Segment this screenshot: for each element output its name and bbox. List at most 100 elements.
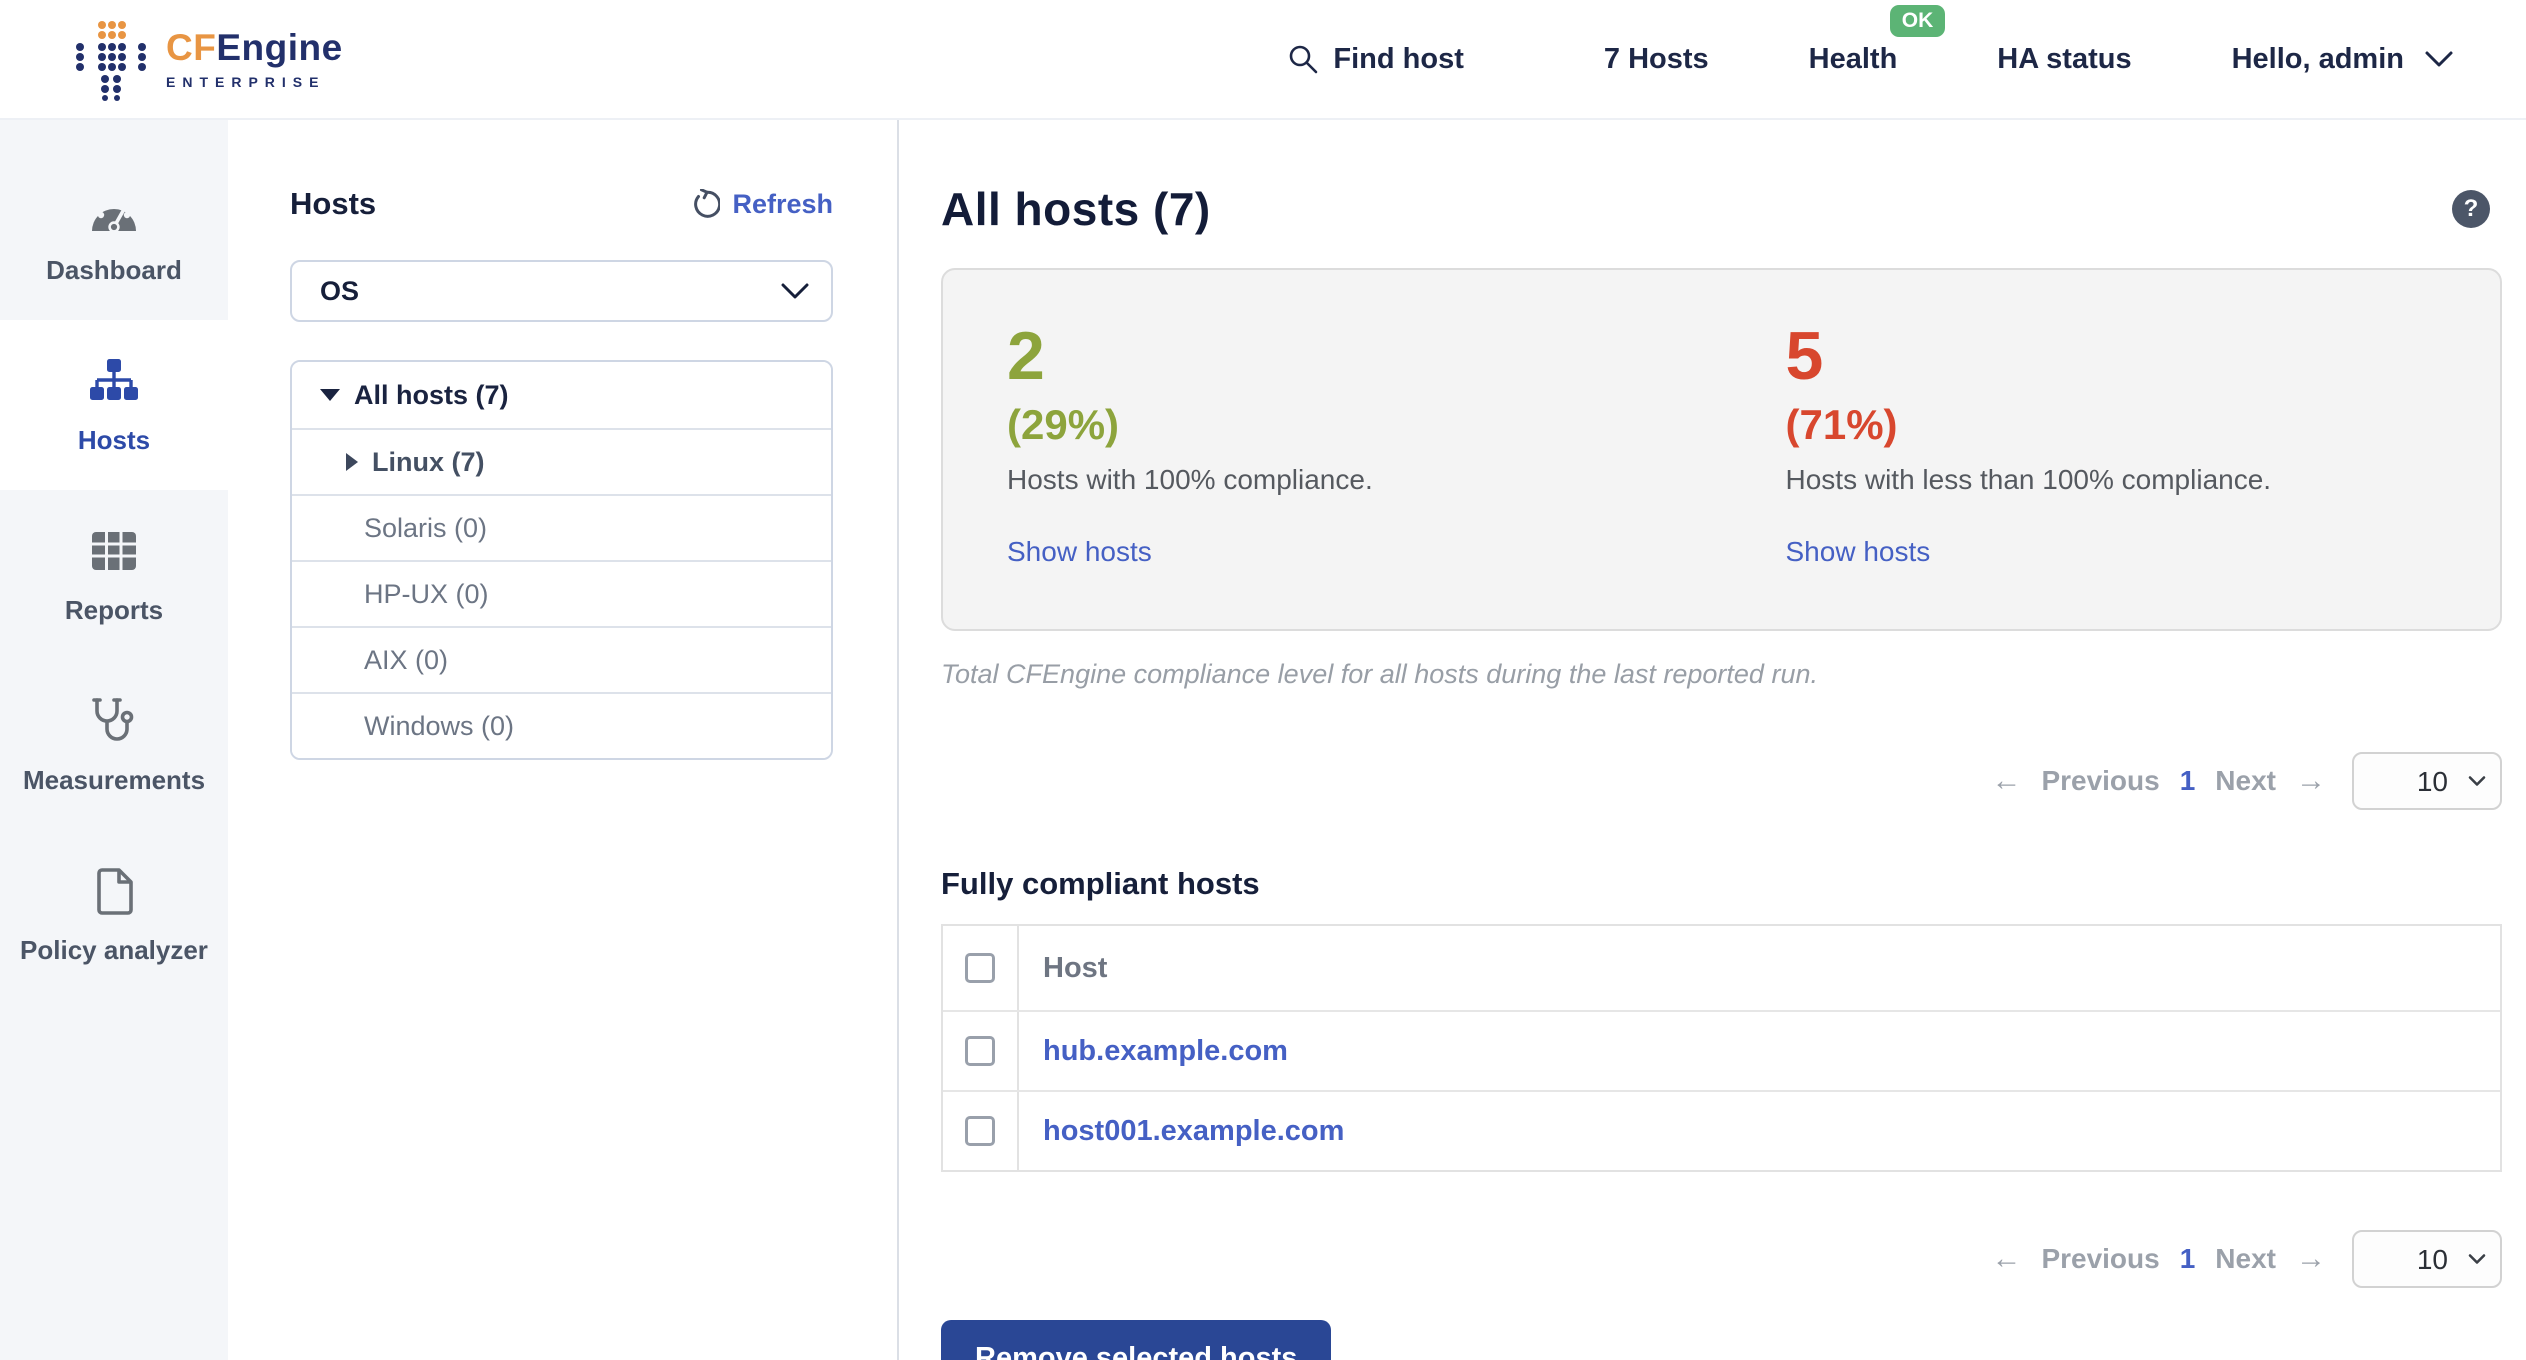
page-size-select[interactable]: 10: [2352, 752, 2502, 810]
row-checkbox[interactable]: [965, 1036, 995, 1066]
tree-item-windows[interactable]: Windows (0): [292, 692, 831, 758]
sidebar-item-label: Measurements: [22, 764, 206, 795]
find-host-search[interactable]: Find host: [1287, 42, 1464, 76]
row-checkbox[interactable]: [965, 1116, 995, 1146]
sidebar-nav: Dashboard Hosts Reports Measurements Pol…: [0, 120, 228, 1360]
refresh-label: Refresh: [732, 188, 833, 219]
page-number[interactable]: 1: [2180, 1243, 2196, 1275]
table-row: hub.example.com: [943, 1010, 2500, 1090]
header-nav: Find host 7 Hosts Health OK HA status He…: [1287, 4, 2454, 76]
sidebar-item-label: Hosts: [77, 424, 151, 455]
show-compliant-hosts-link[interactable]: Show hosts: [1007, 536, 1152, 568]
sidebar-item-reports[interactable]: Reports: [0, 490, 228, 660]
compliant-description: Hosts with 100% compliance.: [1007, 464, 1373, 495]
pagination-bottom: ← Previous 1 Next → 10: [941, 1230, 2502, 1288]
stethoscope-icon: [89, 695, 139, 747]
logo-engine: Engine: [216, 27, 343, 68]
search-icon[interactable]: [1287, 43, 1319, 75]
ha-status-label: HA status: [1997, 42, 2132, 75]
pagination-top: ← Previous 1 Next → 10: [941, 752, 2502, 810]
page-number[interactable]: 1: [2180, 765, 2196, 797]
cfengine-logo: CFEngine ENTERPRISE: [72, 17, 343, 101]
main-content: All hosts (7) ? 2 (29%) Hosts with 100% …: [899, 120, 2526, 1360]
refresh-link[interactable]: Refresh: [690, 189, 833, 220]
logo-subtitle: ENTERPRISE: [166, 74, 326, 90]
select-all-checkbox[interactable]: [965, 953, 995, 983]
tree-item-label: Linux (7): [372, 446, 485, 477]
next-arrow[interactable]: →: [2296, 764, 2326, 798]
sidebar-item-policy-analyzer[interactable]: Policy analyzer: [0, 830, 228, 1000]
nav-hosts-count[interactable]: 7 Hosts: [1604, 43, 1709, 76]
user-greeting: Hello, admin: [2231, 42, 2404, 75]
file-icon: [93, 865, 135, 917]
nav-ha-status[interactable]: HA status: [1997, 43, 2131, 76]
health-label: Health: [1808, 42, 1898, 75]
report-table-icon: [90, 525, 138, 577]
gauge-icon: [88, 185, 140, 237]
previous-button[interactable]: Previous: [2041, 1243, 2159, 1275]
compliant-summary: 2 (29%) Hosts with 100% compliance. Show…: [943, 270, 1722, 629]
tree-item-aix[interactable]: AIX (0): [292, 626, 831, 692]
help-icon[interactable]: ?: [2452, 190, 2490, 228]
previous-arrow[interactable]: ←: [1991, 1242, 2021, 1276]
host-column-header: Host: [1043, 951, 1108, 984]
host-link[interactable]: host001.example.com: [1043, 1115, 1344, 1147]
user-menu[interactable]: Hello, admin: [2232, 43, 2454, 76]
sidebar-item-dashboard[interactable]: Dashboard: [0, 150, 228, 320]
compliant-table-heading: Fully compliant hosts: [941, 866, 1260, 901]
find-host-label: Find host: [1333, 42, 1464, 75]
tree-item-label: All hosts (7): [354, 379, 509, 410]
compliant-percent: (29%): [1007, 401, 1120, 448]
logo-cf: CF: [166, 27, 217, 68]
previous-button[interactable]: Previous: [2041, 765, 2159, 797]
previous-arrow[interactable]: ←: [1991, 764, 2021, 798]
hosts-panel-title: Hosts: [290, 186, 377, 221]
compliant-hosts-table: Host hub.example.com host001.example.com: [941, 924, 2502, 1172]
cfengine-logo-text: CFEngine ENTERPRISE: [166, 29, 343, 89]
tree-item-label: HP-UX (0): [364, 578, 489, 609]
noncompliant-count: 5: [1785, 318, 1824, 394]
top-header: CFEngine ENTERPRISE Find host 7 Hosts He…: [0, 0, 2526, 120]
compliance-caption: Total CFEngine compliance level for all …: [941, 659, 1818, 689]
hosts-count-label: 7 Hosts: [1603, 42, 1709, 75]
sidebar-item-label: Dashboard: [46, 254, 182, 285]
filter-select[interactable]: OS: [290, 260, 833, 322]
sidebar-item-hosts[interactable]: Hosts: [0, 320, 228, 490]
sitemap-icon: [89, 355, 139, 407]
noncompliant-description: Hosts with less than 100% compliance.: [1785, 464, 2272, 495]
tree-item-all-hosts[interactable]: All hosts (7): [292, 362, 831, 428]
noncompliant-percent: (71%): [1785, 401, 1898, 448]
compliant-count: 2: [1007, 318, 1045, 394]
caret-right-icon: [346, 453, 358, 471]
sidebar-item-measurements[interactable]: Measurements: [0, 660, 228, 830]
next-button[interactable]: Next: [2215, 1243, 2276, 1275]
table-header-row: Host: [943, 926, 2500, 1010]
compliance-summary: 2 (29%) Hosts with 100% compliance. Show…: [941, 268, 2502, 631]
noncompliant-summary: 5 (71%) Hosts with less than 100% compli…: [1722, 270, 2501, 629]
tree-item-label: Windows (0): [364, 710, 515, 741]
tree-item-hpux[interactable]: HP-UX (0): [292, 560, 831, 626]
cfengine-logo-icon: [72, 17, 150, 101]
next-arrow[interactable]: →: [2296, 1242, 2326, 1276]
tree-item-solaris[interactable]: Solaris (0): [292, 494, 831, 560]
sidebar-item-label: Reports: [64, 594, 164, 625]
caret-down-icon: [320, 389, 340, 401]
refresh-icon: [690, 189, 721, 219]
show-noncompliant-hosts-link[interactable]: Show hosts: [1786, 536, 1931, 568]
health-status-badge: OK: [1889, 4, 1946, 37]
remove-selected-hosts-button[interactable]: Remove selected hosts: [941, 1320, 1332, 1360]
page-title: All hosts (7): [941, 183, 1211, 235]
cfengine-app: CFEngine ENTERPRISE Find host 7 Hosts He…: [0, 0, 2526, 1360]
host-tree: All hosts (7) Linux (7) Solaris (0) HP-U…: [290, 360, 833, 760]
sidebar-item-label: Policy analyzer: [20, 934, 208, 965]
nav-health[interactable]: Health OK: [1808, 4, 1946, 76]
tree-item-label: Solaris (0): [364, 512, 488, 543]
table-row: host001.example.com: [943, 1090, 2500, 1170]
next-button[interactable]: Next: [2215, 765, 2276, 797]
hosts-filter-panel: Hosts Refresh OS All hosts (7) Linux (7)…: [228, 120, 899, 1360]
page-size-select[interactable]: 10: [2352, 1230, 2502, 1288]
tree-item-linux[interactable]: Linux (7): [292, 428, 831, 494]
tree-item-label: AIX (0): [364, 644, 449, 675]
host-link[interactable]: hub.example.com: [1043, 1035, 1288, 1067]
chevron-down-icon: [2424, 50, 2454, 68]
